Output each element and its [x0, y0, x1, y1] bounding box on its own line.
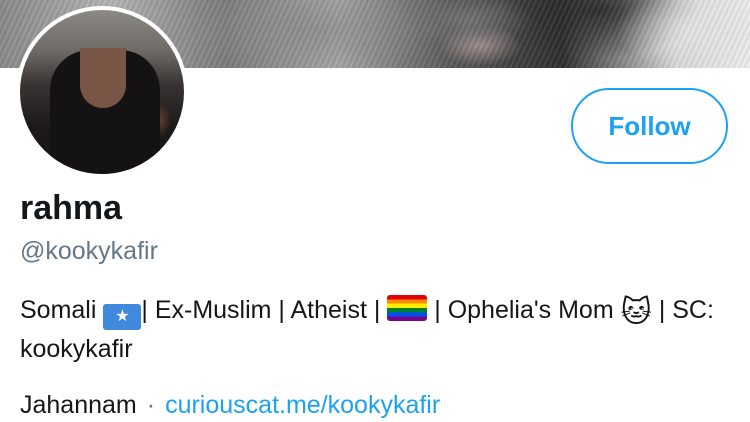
user-handle: @kookykafir — [20, 237, 158, 265]
follow-button[interactable]: Follow — [571, 88, 728, 164]
profile-avatar[interactable] — [16, 6, 188, 178]
display-name: rahma — [20, 189, 123, 227]
website-link[interactable]: curiouscat.me/kookykafir — [165, 391, 440, 419]
location: Jahannam — [20, 391, 137, 419]
cat-face-icon: 🐱 — [620, 296, 652, 329]
bio-text: Somali — [20, 296, 104, 324]
somalia-flag-icon: ★ — [103, 304, 142, 330]
meta-separator: · — [146, 391, 156, 419]
bio-text: | Ex-Muslim | Atheist | — [141, 296, 388, 324]
profile-bio: Somali ★ | Ex-Muslim | Atheist | | Opheli… — [20, 291, 720, 368]
bio-text: | Ophelia's Mom — [427, 296, 621, 324]
avatar-figure-detail — [80, 48, 126, 108]
profile-meta: Jahannam · curiouscat.me/kookykafir — [20, 388, 440, 422]
rainbow-flag-icon — [387, 295, 428, 321]
